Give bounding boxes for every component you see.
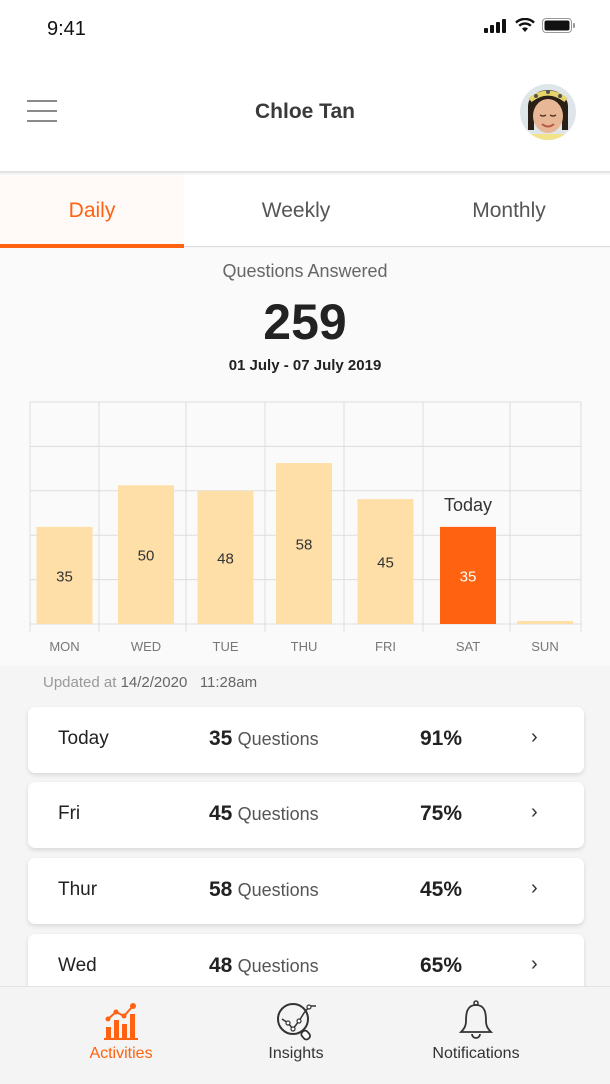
- record-count-value: 58: [209, 878, 233, 901]
- record-count: 45 Questions: [209, 802, 319, 826]
- record-count-unit: Questions: [237, 804, 319, 824]
- record-card[interactable]: Fri 45 Questions 75% ›: [28, 782, 584, 848]
- insights-magnifier-icon: [277, 1003, 316, 1041]
- bar-value-label: 50: [138, 548, 155, 565]
- record-percent: 65%: [420, 954, 463, 977]
- updated-timestamp: Updated at 14/2/2020 11:28am: [43, 674, 257, 691]
- nav-label: Insights: [268, 1045, 324, 1062]
- chevron-right-icon[interactable]: ›: [531, 953, 538, 976]
- record-day: Today: [58, 728, 109, 749]
- updated-date: 14/2/2020: [120, 674, 188, 691]
- record-percent: 75%: [420, 802, 463, 825]
- record-count: 58 Questions: [209, 878, 319, 902]
- record-percent: 91%: [420, 727, 463, 750]
- record-day: Wed: [58, 955, 97, 976]
- record-count-value: 48: [209, 954, 233, 977]
- bar-value-label: 45: [377, 555, 394, 572]
- nav-label: Activities: [89, 1045, 153, 1062]
- daily-bar-chart: 35 MON 50 WED 48 TUE 58 THU 45 FRI 35 SAT Today SUN: [29, 401, 582, 654]
- nav-insights[interactable]: Insights: [216, 995, 376, 1075]
- record-count: 48 Questions: [209, 954, 319, 978]
- record-count-unit: Questions: [237, 729, 319, 749]
- record-day: Fri: [58, 803, 81, 824]
- record-count-value: 45: [209, 802, 233, 825]
- updated-prefix: Updated at: [43, 674, 117, 691]
- record-day: Thur: [58, 879, 98, 900]
- bar-value-label: 35: [460, 568, 477, 585]
- record-card[interactable]: Thur 58 Questions 45% ›: [28, 858, 584, 924]
- record-count: 35 Questions: [209, 727, 319, 751]
- x-axis-tick-label: SUN: [531, 639, 558, 654]
- x-axis-tick-label: MON: [49, 639, 79, 654]
- bar-value-label: 58: [296, 537, 313, 554]
- bell-icon: [458, 1000, 494, 1039]
- updated-time: 11:28am: [199, 674, 258, 691]
- nav-activities[interactable]: Activities: [41, 995, 201, 1075]
- chart-bar-sun: [517, 621, 573, 624]
- chevron-right-icon[interactable]: ›: [531, 801, 538, 824]
- record-count-value: 35: [209, 727, 233, 750]
- record-count-unit: Questions: [237, 880, 319, 900]
- x-axis-tick-label: TUE: [213, 639, 239, 654]
- bar-value-label: 35: [56, 568, 73, 585]
- x-axis-tick-label: FRI: [375, 639, 396, 654]
- record-percent: 45%: [420, 878, 463, 901]
- bottom-navigation: Activities Insights Notifications: [0, 986, 610, 1084]
- nav-notifications[interactable]: Notifications: [396, 995, 556, 1075]
- x-axis-tick-label: WED: [131, 639, 161, 654]
- record-count-unit: Questions: [237, 956, 319, 976]
- chevron-right-icon[interactable]: ›: [531, 877, 538, 900]
- bar-value-label: 48: [217, 550, 234, 567]
- activities-chart-icon: [104, 1003, 138, 1040]
- chevron-right-icon[interactable]: ›: [531, 726, 538, 749]
- record-card[interactable]: Today 35 Questions 91% ›: [28, 707, 584, 773]
- x-axis-tick-label: THU: [291, 639, 318, 654]
- x-axis-tick-label: SAT: [456, 639, 480, 654]
- today-annotation: Today: [444, 495, 492, 515]
- nav-label: Notifications: [432, 1045, 520, 1062]
